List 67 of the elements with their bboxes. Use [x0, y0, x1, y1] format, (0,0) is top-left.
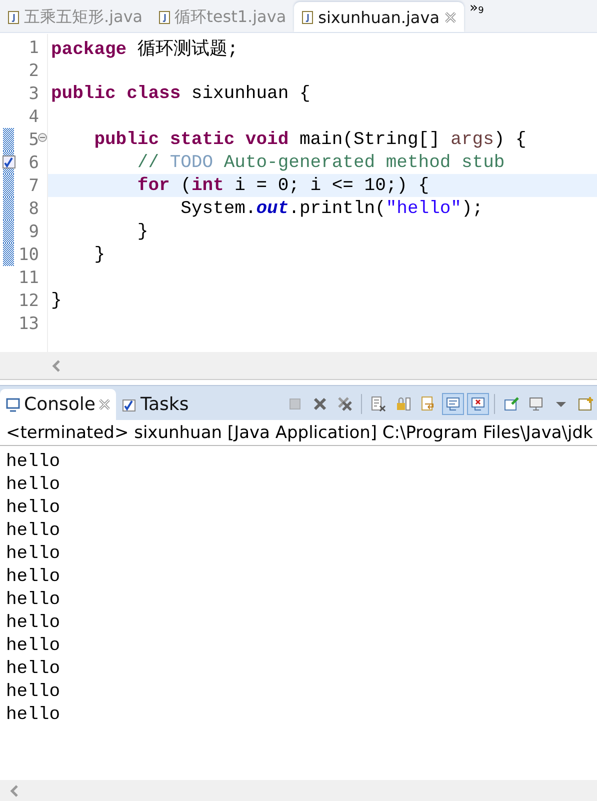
- line-number: 9: [28, 222, 39, 242]
- console-output-line: hello: [6, 612, 60, 632]
- view-tab[interactable]: Console: [0, 389, 116, 420]
- code-line: public class sixunhuan {: [51, 84, 310, 104]
- console-output-line: hello: [6, 704, 60, 724]
- line-number: 7: [28, 176, 39, 196]
- console-output-line: hello: [6, 520, 60, 540]
- console-error-icon: [470, 396, 486, 412]
- tab-overflow[interactable]: »9: [464, 0, 490, 32]
- line-number: 11: [18, 268, 39, 288]
- pin-icon: [503, 396, 519, 412]
- java-file-icon: [302, 10, 314, 24]
- horizontal-scrollbar[interactable]: [0, 780, 597, 801]
- code-line: // TODO Auto-generated method stub: [136, 152, 505, 172]
- toolbar-button[interactable]: [442, 393, 464, 415]
- line-number: 13: [18, 314, 39, 334]
- console-output-line: hello: [6, 566, 60, 586]
- launch-info: <terminated> sixunhuan [Java Application] C:\Program Files\Java\jdk: [0, 420, 597, 446]
- toolbar-button[interactable]: [467, 393, 489, 415]
- remove-all-icon: [337, 396, 353, 412]
- line-number: 12: [18, 290, 39, 310]
- scroll-left-icon[interactable]: [52, 360, 61, 372]
- console-output-line: hello: [6, 452, 60, 472]
- code-line: for (int i = 0; i <= 10;) {: [136, 176, 430, 196]
- console-output-line: hello: [6, 636, 60, 656]
- code-line: package 循环测试题;: [51, 38, 238, 60]
- code-line: }: [51, 290, 62, 310]
- scroll-left-icon[interactable]: [10, 784, 19, 796]
- close-icon[interactable]: [444, 12, 456, 22]
- horizontal-scrollbar[interactable]: [0, 352, 597, 379]
- tab-label: 五乘五矩形.java: [24, 6, 143, 28]
- line-number: 4: [28, 106, 39, 126]
- code-line: }: [136, 222, 148, 242]
- fold-icon[interactable]: [38, 133, 47, 142]
- code-line: System.out.println("hello");: [180, 198, 484, 218]
- line-number: 8: [28, 198, 39, 218]
- code-line: public static void main(String[] args) {: [93, 130, 526, 150]
- lock-icon: [395, 396, 411, 412]
- line-number: 6: [28, 152, 39, 172]
- line-number: 2: [28, 60, 39, 80]
- console-output-icon: [445, 396, 461, 412]
- console-output-line: hello: [6, 498, 60, 518]
- line-number: 1: [28, 38, 39, 58]
- console-output-line: hello: [6, 682, 60, 702]
- clear-console-icon: [370, 396, 386, 412]
- java-file-icon: [158, 10, 170, 24]
- editor-tab[interactable]: sixunhuan.java: [294, 2, 464, 32]
- console-output-line: hello: [6, 658, 60, 678]
- console-output-line: hello: [6, 590, 60, 610]
- console-output-line: hello: [6, 474, 60, 494]
- code-line: }: [93, 244, 106, 264]
- line-number: 10: [18, 244, 39, 264]
- tab-label: sixunhuan.java: [318, 8, 440, 26]
- tab-label: 循环test1.java: [174, 6, 286, 28]
- view-tab[interactable]: Tasks: [116, 389, 195, 420]
- monitor-icon: [528, 396, 544, 412]
- close-icon[interactable]: [99, 399, 110, 410]
- line-number: 3: [28, 84, 39, 104]
- line-number: 5: [28, 130, 39, 150]
- console-output-line: hello: [6, 544, 60, 564]
- task-list-icon: [122, 398, 136, 412]
- monitor-icon: [6, 398, 20, 412]
- remove-icon: [312, 396, 328, 412]
- word-wrap-icon: [420, 396, 436, 412]
- new-console-icon: [578, 396, 594, 412]
- stop-icon: [287, 396, 303, 412]
- java-file-icon: [8, 10, 19, 24]
